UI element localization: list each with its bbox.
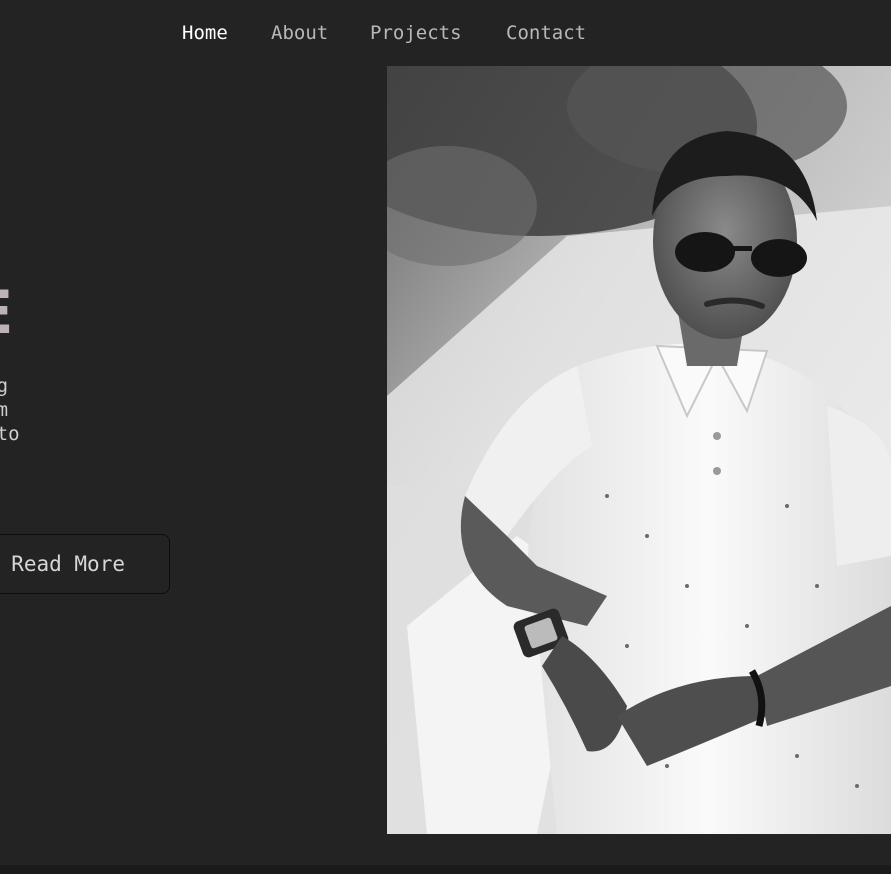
footer-bar — [0, 865, 891, 874]
portrait-photo — [387, 66, 891, 834]
portrait-illustration — [387, 66, 891, 834]
section-headline: T ME — [0, 278, 14, 348]
page: Home About Projects Contact yself T ME e… — [0, 0, 891, 874]
about-section: yself T ME er from India . Serving rt of… — [0, 0, 387, 834]
read-more-label: Read More — [11, 552, 125, 576]
nav-contact-link[interactable]: Contact — [506, 22, 586, 44]
read-more-button[interactable]: Read More — [0, 534, 170, 594]
intro-paragraph: er from India . Serving rt of profession… — [0, 375, 20, 445]
